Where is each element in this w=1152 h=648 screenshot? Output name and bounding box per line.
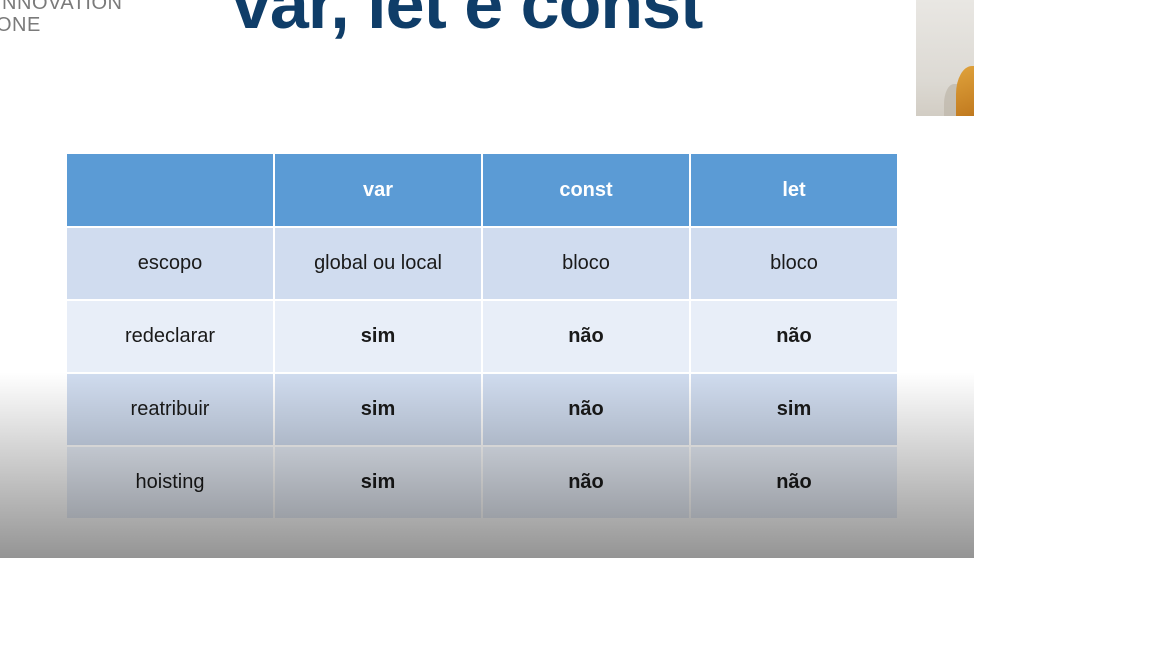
- presenter-webcam: [916, 0, 974, 116]
- comparison-table: var const let escopo global ou local blo…: [65, 152, 899, 520]
- cell-var: global ou local: [275, 228, 481, 299]
- presenter-shoulder: [956, 66, 974, 116]
- header-cell-let: let: [691, 154, 897, 226]
- cell-const: não: [483, 374, 689, 445]
- cell-const: bloco: [483, 228, 689, 299]
- table-row-reatribuir: reatribuir sim não sim: [67, 374, 897, 445]
- header-cell-empty: [67, 154, 273, 226]
- innovation-one-logo: INNOVATION ONE: [0, 0, 122, 36]
- cell-let: bloco: [691, 228, 897, 299]
- header-cell-const: const: [483, 154, 689, 226]
- cell-const: não: [483, 447, 689, 518]
- header-cell-var: var: [275, 154, 481, 226]
- cell-let: sim: [691, 374, 897, 445]
- cell-var: sim: [275, 447, 481, 518]
- row-label: reatribuir: [67, 374, 273, 445]
- cell-let: não: [691, 301, 897, 372]
- cell-let: não: [691, 447, 897, 518]
- slide-title: var, let e const: [232, 0, 703, 43]
- logo-line-2: ONE: [0, 14, 41, 36]
- cell-const: não: [483, 301, 689, 372]
- cell-var: sim: [275, 301, 481, 372]
- table-row-escopo: escopo global ou local bloco bloco: [67, 228, 897, 299]
- row-label: escopo: [67, 228, 273, 299]
- table-row-hoisting: hoisting sim não não: [67, 447, 897, 518]
- row-label: redeclarar: [67, 301, 273, 372]
- presentation-slide: INNOVATION ONE var, let e const var cons…: [0, 0, 974, 558]
- logo-line-1: INNOVATION: [0, 0, 123, 14]
- cell-var: sim: [275, 374, 481, 445]
- table-row-redeclarar: redeclarar sim não não: [67, 301, 897, 372]
- row-label: hoisting: [67, 447, 273, 518]
- table-header-row: var const let: [67, 154, 897, 226]
